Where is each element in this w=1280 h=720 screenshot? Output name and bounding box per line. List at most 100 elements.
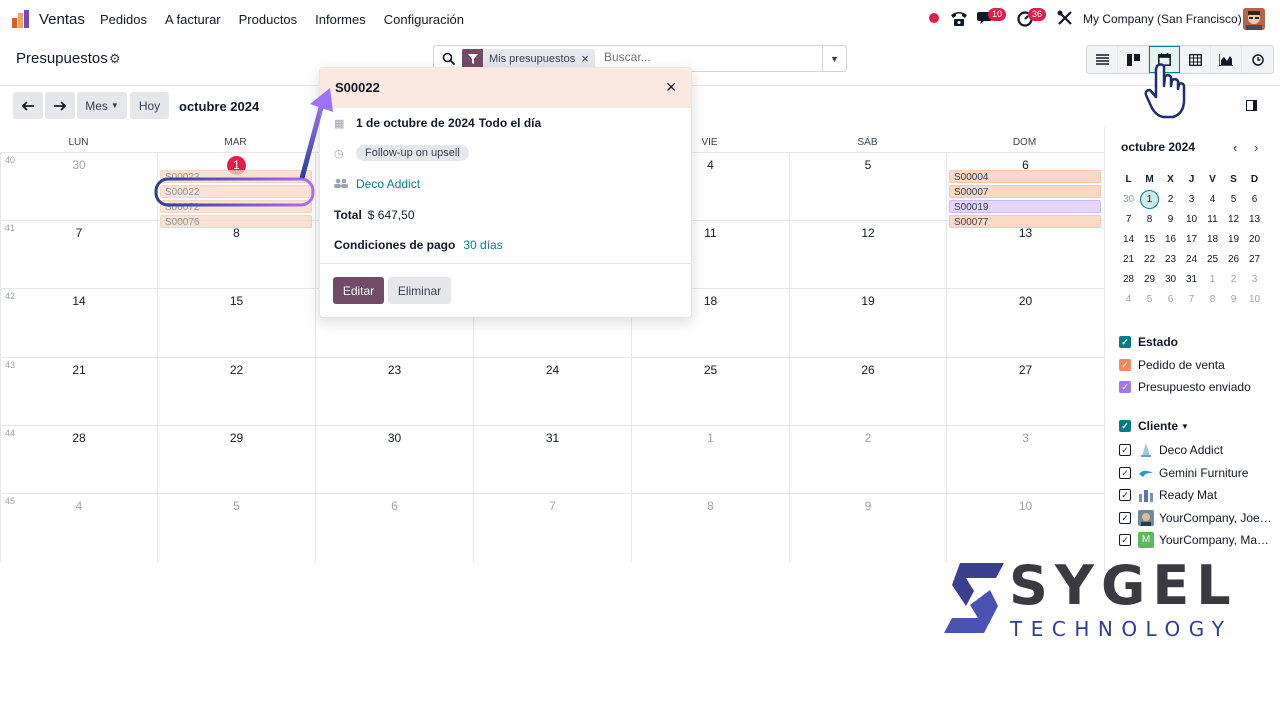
day-cell[interactable]: 31 <box>473 425 631 493</box>
mini-day[interactable]: 4 <box>1202 194 1223 205</box>
popover-customer-link[interactable]: Deco Addict <box>356 177 420 191</box>
mini-day[interactable]: 5 <box>1223 194 1244 205</box>
day-cell[interactable]: 13 <box>946 220 1104 288</box>
calendar-event[interactable]: S00004 <box>949 170 1101 183</box>
checkbox-deco-addict[interactable]: ✓ <box>1119 444 1131 456</box>
mini-day[interactable]: 1 <box>1202 274 1223 285</box>
tools-icon[interactable] <box>1056 9 1076 27</box>
day-cell[interactable]: 4 <box>0 493 157 562</box>
scale-dropdown[interactable]: Mes ▼ <box>77 92 127 119</box>
mini-day[interactable]: 7 <box>1181 294 1202 305</box>
delete-button[interactable]: Eliminar <box>388 277 451 304</box>
day-cell[interactable]: 20 <box>946 288 1104 357</box>
mini-day[interactable]: 9 <box>1160 214 1181 225</box>
day-cell[interactable]: 5 <box>789 152 946 220</box>
day-cell[interactable]: 1 <box>631 425 789 493</box>
mini-day[interactable]: 2 <box>1160 194 1181 205</box>
mini-day[interactable]: 28 <box>1118 274 1139 285</box>
checkbox-cliente[interactable]: ✓ <box>1119 420 1131 432</box>
calendar-event[interactable]: S00007 <box>949 185 1101 198</box>
mini-day[interactable]: 30 <box>1160 274 1181 285</box>
search-input[interactable] <box>604 50 804 64</box>
filter-item-yourcompany-joe[interactable]: ✓ YourCompany, Joe… <box>1119 510 1272 526</box>
day-cell[interactable]: 19 <box>789 288 946 357</box>
day-cell[interactable]: 23 <box>315 357 473 425</box>
mini-prev-icon[interactable]: ‹ <box>1233 140 1237 155</box>
mini-day[interactable]: 23 <box>1160 254 1181 265</box>
mini-day[interactable]: 15 <box>1139 234 1160 245</box>
mini-day[interactable]: 5 <box>1139 294 1160 305</box>
calendar-event[interactable]: S00076 <box>160 215 312 228</box>
mini-day[interactable]: 2 <box>1223 274 1244 285</box>
activity-view-button[interactable] <box>1242 46 1273 73</box>
mini-day[interactable]: 7 <box>1118 214 1139 225</box>
mini-day[interactable]: 31 <box>1181 274 1202 285</box>
mini-day[interactable]: 17 <box>1181 234 1202 245</box>
filter-item-yourcompany-ma[interactable]: ✓ M YourCompany, Ma… <box>1119 532 1269 548</box>
day-cell[interactable]: 29 <box>157 425 315 493</box>
next-button[interactable] <box>45 92 75 119</box>
calendar-event[interactable]: S00019 <box>949 200 1101 213</box>
mini-day[interactable]: 19 <box>1223 234 1244 245</box>
day-cell[interactable]: 30 <box>0 152 157 220</box>
day-cell[interactable]: 9 <box>789 493 946 562</box>
day-cell[interactable]: 15 <box>157 288 315 357</box>
mini-day[interactable]: 21 <box>1118 254 1139 265</box>
checkbox-yourcompany-joe[interactable]: ✓ <box>1119 512 1131 524</box>
mini-day[interactable]: 26 <box>1223 254 1244 265</box>
sales-app-icon[interactable] <box>12 10 32 28</box>
mini-day[interactable]: 3 <box>1181 194 1202 205</box>
filter-item-pedido-venta[interactable]: ✓ Pedido de venta <box>1119 358 1225 372</box>
graph-view-button[interactable] <box>1211 46 1242 73</box>
day-cell[interactable]: 26 <box>789 357 946 425</box>
calendar-event[interactable]: S00022 <box>160 185 312 198</box>
mini-day[interactable]: 8 <box>1202 294 1223 305</box>
app-name[interactable]: Ventas <box>39 11 85 28</box>
popover-payment-value[interactable]: 30 días <box>463 238 502 252</box>
search-options-toggle[interactable]: ▼ <box>822 46 846 71</box>
menu-item-configuracion[interactable]: Configuración <box>384 12 464 27</box>
filter-section-estado[interactable]: ✓ Estado <box>1119 335 1178 349</box>
filter-section-cliente[interactable]: ✓ Cliente ▼ <box>1119 419 1189 433</box>
calendar-event[interactable]: S00077 <box>949 215 1101 228</box>
mini-day[interactable]: 30 <box>1118 194 1139 205</box>
menu-item-productos[interactable]: Productos <box>239 12 298 27</box>
mini-day[interactable]: 22 <box>1139 254 1160 265</box>
day-cell[interactable]: 8 <box>631 493 789 562</box>
previous-button[interactable] <box>13 92 43 119</box>
day-cell[interactable]: 6 <box>315 493 473 562</box>
list-view-button[interactable] <box>1087 46 1118 73</box>
edit-button[interactable]: Editar <box>333 277 384 304</box>
recording-indicator[interactable] <box>929 13 939 23</box>
day-cell[interactable]: 8 <box>157 220 315 288</box>
checkbox-pedido-venta[interactable]: ✓ <box>1119 359 1131 371</box>
sidebar-toggle-icon[interactable] <box>1246 100 1257 111</box>
mini-day[interactable]: 6 <box>1160 294 1181 305</box>
mini-day[interactable]: 16 <box>1160 234 1181 245</box>
gear-icon[interactable]: ⚙ <box>109 51 121 67</box>
checkbox-yourcompany-ma[interactable]: ✓ <box>1119 534 1131 546</box>
menu-item-a-facturar[interactable]: A facturar <box>165 12 221 27</box>
day-cell[interactable]: 27 <box>946 357 1104 425</box>
mini-day[interactable]: 20 <box>1244 234 1265 245</box>
day-cell[interactable]: 5 <box>157 493 315 562</box>
mini-day[interactable]: 18 <box>1202 234 1223 245</box>
mini-day[interactable]: 24 <box>1181 254 1202 265</box>
search-icon[interactable] <box>442 52 456 66</box>
filter-item-ready-mat[interactable]: ✓ Ready Mat <box>1119 487 1217 503</box>
filter-item-deco-addict[interactable]: ✓ Deco Addict <box>1119 442 1223 458</box>
day-cell[interactable]: 10 <box>946 493 1104 562</box>
checkbox-ready-mat[interactable]: ✓ <box>1119 489 1131 501</box>
mini-day-selected[interactable]: 1 <box>1140 189 1159 209</box>
menu-item-pedidos[interactable]: Pedidos <box>100 12 147 27</box>
mini-day[interactable]: 29 <box>1139 274 1160 285</box>
menu-item-informes[interactable]: Informes <box>315 12 366 27</box>
calendar-event[interactable]: S00023 <box>160 170 312 183</box>
mini-next-icon[interactable]: › <box>1254 140 1258 155</box>
mini-day[interactable]: 25 <box>1202 254 1223 265</box>
mini-day[interactable]: 3 <box>1244 274 1265 285</box>
day-cell[interactable]: 12 <box>789 220 946 288</box>
day-cell[interactable]: 28 <box>0 425 157 493</box>
day-cell[interactable]: 25 <box>631 357 789 425</box>
company-switcher[interactable]: My Company (San Francisco) <box>1083 12 1242 26</box>
